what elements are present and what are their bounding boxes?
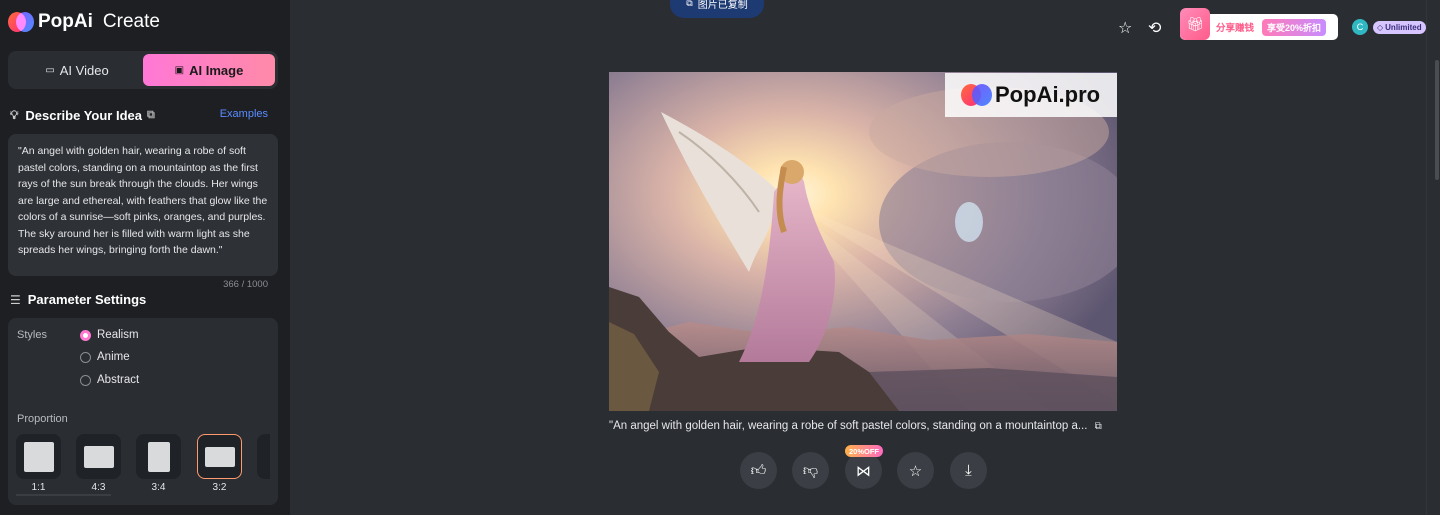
parameter-heading: ☰ Parameter Settings [10,292,146,307]
copy-caption-icon[interactable]: ⧉ [1095,421,1102,432]
ratio-shape [83,445,114,468]
plan-badge[interactable]: ◇ Unlimited [1373,21,1426,34]
favorites-star-icon[interactable]: ☆ [1118,18,1132,38]
main-scrollbar-thumb[interactable] [1435,60,1439,180]
ai-video-tab[interactable]: ▭ AI Video [11,54,143,86]
popai-logo-icon [8,10,34,34]
promo-badge: 享受20%折扣 [1262,18,1327,36]
dislike-button[interactable]: 👎︎ [792,452,829,489]
describe-heading: 💡︎ Describe Your Idea ⧉ [10,108,155,123]
share-button[interactable]: ⋈ [845,452,882,489]
section-title: Create [102,11,160,32]
angel-image-illustration [609,72,1117,411]
ratio-shape [147,441,170,472]
radio-dot [80,351,91,363]
download-button[interactable]: ⤓ [950,452,987,489]
ratio-shape [23,441,54,472]
ratio-4-3-button[interactable] [76,434,121,479]
styles-label: Styles [17,329,47,341]
toast-text: 图片已复制 [697,0,748,11]
watermark-text: PopAi.pro [995,82,1101,107]
style-anime-radio[interactable]: Anime [80,351,130,363]
user-avatar[interactable]: C [1352,19,1368,35]
watermark: PopAi.pro [945,73,1117,117]
ratio-shape [204,446,235,467]
ratio-more-button[interactable] [257,434,270,479]
promo-text: 分享赚钱 [1216,23,1255,34]
like-button[interactable]: 👍︎ [740,452,777,489]
describe-title: Describe Your Idea [25,108,142,123]
copy-icon: ⧉ [686,0,693,8]
image-icon: ▣ [174,64,185,76]
copied-toast: ⧉ 图片已复制 [670,0,764,18]
ratio-3-4-label: 3:4 [151,482,166,493]
parameter-panel: Styles Realism Anime Abstract Proportion… [8,318,278,505]
char-count: 366 / 1000 [223,279,268,290]
share-icon: ⋈ [856,462,871,480]
ratio-1-1-label: 1:1 [31,482,46,493]
share-discount-badge: 20%OFF [845,445,884,457]
popai-logo-icon [961,84,993,106]
gift-icon: 🎁︎ [1180,8,1210,40]
sliders-icon: ☰ [10,292,21,307]
ratio-1-1-button[interactable] [16,434,61,479]
parameter-title: Parameter Settings [27,292,147,307]
lightbulb-icon: 💡︎ [10,108,19,122]
radio-dot [80,374,91,386]
ratio-3-2-button[interactable] [197,434,242,479]
ai-image-label: AI Image [189,62,244,78]
copy-icon[interactable]: ⧉ [147,109,155,122]
ai-image-tab[interactable]: ▣ AI Image [143,54,275,86]
proportion-label: Proportion [17,413,68,425]
proportion-scrollbar[interactable] [16,494,111,496]
brand-name: PopAi [38,11,93,32]
download-icon: ⤓ [965,462,972,479]
diamond-icon: ◇ [1377,23,1384,32]
brand[interactable]: PopAi Create [8,10,160,34]
prompt-textarea[interactable]: "An angel with golden hair, wearing a ro… [8,134,278,276]
ratio-4-3-label: 4:3 [91,482,106,493]
style-anime-label: Anime [97,351,130,363]
style-realism-label: Realism [97,329,139,341]
star-icon: ☆ [908,462,923,480]
sidebar: PopAi Create ▭ AI Video ▣ AI Image 💡︎ De… [0,0,290,515]
favorite-button[interactable]: ☆ [897,452,934,489]
thumbs-up-icon: 👍︎ [750,461,767,479]
style-abstract-radio[interactable]: Abstract [80,374,139,386]
video-icon: ▭ [45,64,55,76]
caption-text: "An angel with golden hair, wearing a ro… [609,420,1088,432]
referral-promo-banner[interactable]: 🎁︎ 分享赚钱 享受20%折扣 [1180,8,1338,40]
thumbs-down-icon: 👎︎ [802,461,819,479]
style-abstract-label: Abstract [97,374,140,386]
style-realism-radio[interactable]: Realism [80,329,139,341]
generated-image[interactable] [609,72,1117,411]
plan-label: Unlimited [1385,23,1422,32]
mode-toggle: ▭ AI Video ▣ AI Image [8,51,278,89]
radio-dot [80,329,91,341]
ai-video-label: AI Video [59,62,109,78]
ratio-3-4-button[interactable] [136,434,181,479]
history-icon[interactable]: ⟲ [1148,18,1161,38]
examples-link[interactable]: Examples [220,108,268,120]
image-caption: "An angel with golden hair, wearing a ro… [609,420,1119,432]
ratio-3-2-label: 3:2 [212,482,227,493]
